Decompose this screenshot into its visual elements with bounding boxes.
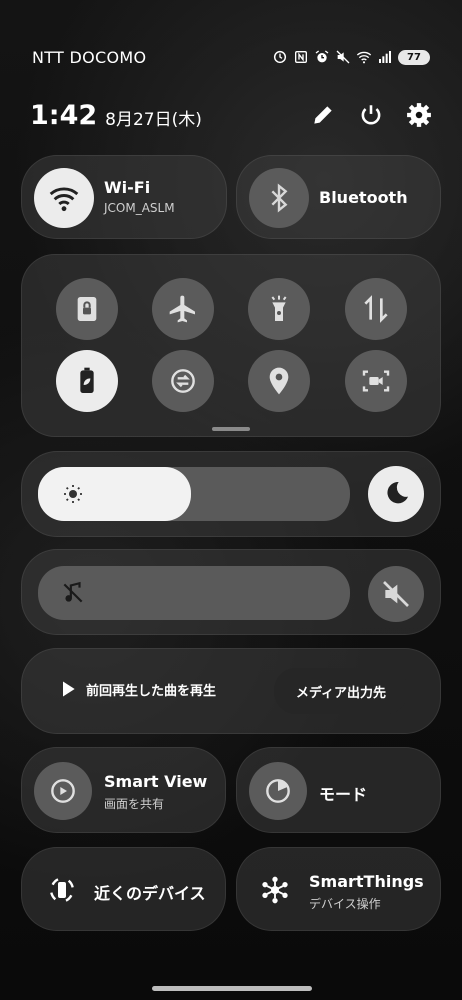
sun-icon (64, 485, 82, 503)
screen-recorder-icon (362, 370, 390, 392)
signal-icon (379, 51, 391, 63)
smartthings-icon (262, 876, 288, 904)
play-icon (63, 681, 75, 697)
carrier-name: NTT DOCOMO (32, 47, 147, 67)
bluetooth-toggle[interactable] (249, 168, 309, 228)
wifi-icon (356, 51, 372, 64)
media-output-button[interactable]: メディア出力先 (274, 668, 408, 714)
airplane-icon (169, 295, 195, 323)
mute-button[interactable] (368, 566, 424, 622)
moon-icon (387, 481, 408, 504)
quick-toggle-location[interactable] (248, 350, 310, 412)
wifi-tile[interactable]: Wi-Fi JCOM_ASLM (21, 155, 227, 239)
settings-icon[interactable] (406, 102, 432, 128)
smart-view-tile[interactable]: Smart View 画面を共有 (21, 747, 226, 833)
home-indicator[interactable] (152, 986, 312, 991)
media-play-button[interactable]: 前回再生した曲を再生 (58, 679, 216, 699)
auto-rotate-icon (171, 369, 195, 393)
nearby-devices-tile[interactable]: 近くのデバイス (21, 847, 226, 931)
mode-tile[interactable]: モード (236, 747, 441, 833)
smartthings-tile[interactable]: SmartThings デバイス操作 (236, 847, 441, 931)
expand-handle[interactable] (212, 427, 250, 431)
lock-icon (77, 297, 97, 321)
smartthings-title: SmartThings (309, 872, 424, 891)
bluetooth-title: Bluetooth (319, 188, 408, 207)
clock-date: 8月27日(木) (105, 109, 202, 130)
smart-view-toggle[interactable] (34, 762, 92, 820)
power-saving-icon (80, 367, 94, 393)
bluetooth-icon (271, 183, 288, 213)
battery-icon: 77 (398, 49, 430, 65)
music-muted-icon (63, 581, 83, 603)
status-icons: 77 (272, 49, 430, 65)
smart-view-title: Smart View (104, 772, 208, 791)
data-saver-icon (273, 50, 287, 64)
mode-icon (266, 779, 290, 803)
clock-time: 1:42 (30, 99, 98, 131)
wifi-title: Wi-Fi (104, 178, 151, 197)
quick-toggle-power-saving[interactable] (56, 350, 118, 412)
panel-header: 1:42 8月27日(木) (30, 95, 432, 135)
wifi-icon (49, 187, 79, 212)
nearby-devices-title: 近くのデバイス (94, 884, 206, 903)
quick-toggle-screen-recorder[interactable] (345, 350, 407, 412)
smart-view-icon (51, 779, 75, 803)
nearby-devices-icon (50, 878, 74, 902)
nfc-icon (295, 51, 307, 63)
quick-toggle-airplane[interactable] (152, 278, 214, 340)
wifi-toggle[interactable] (34, 168, 94, 228)
quick-toggle-auto-rotate[interactable] (152, 350, 214, 412)
media-play-label: 前回再生した曲を再生 (86, 683, 217, 699)
mode-title: モード (319, 785, 368, 804)
speaker-muted-icon (383, 581, 409, 607)
bluetooth-tile[interactable]: Bluetooth (236, 155, 441, 239)
mobile-data-icon (364, 295, 388, 323)
flashlight-icon (271, 295, 287, 321)
smart-view-subtitle: 画面を共有 (104, 797, 165, 811)
mode-toggle[interactable] (249, 762, 307, 820)
quick-toggle-mobile-data[interactable] (345, 278, 407, 340)
quick-toggle-flashlight[interactable] (248, 278, 310, 340)
smartthings-subtitle: デバイス操作 (309, 897, 381, 911)
mute-icon (336, 50, 350, 64)
dark-mode-button[interactable] (368, 466, 424, 522)
alarm-icon (315, 50, 329, 63)
status-bar: NTT DOCOMO 77 (0, 40, 462, 74)
quick-toggle-lock[interactable] (56, 278, 118, 340)
location-icon (269, 367, 289, 395)
wifi-network: JCOM_ASLM (104, 201, 175, 215)
edit-icon[interactable] (310, 102, 336, 128)
power-icon[interactable] (358, 102, 384, 128)
